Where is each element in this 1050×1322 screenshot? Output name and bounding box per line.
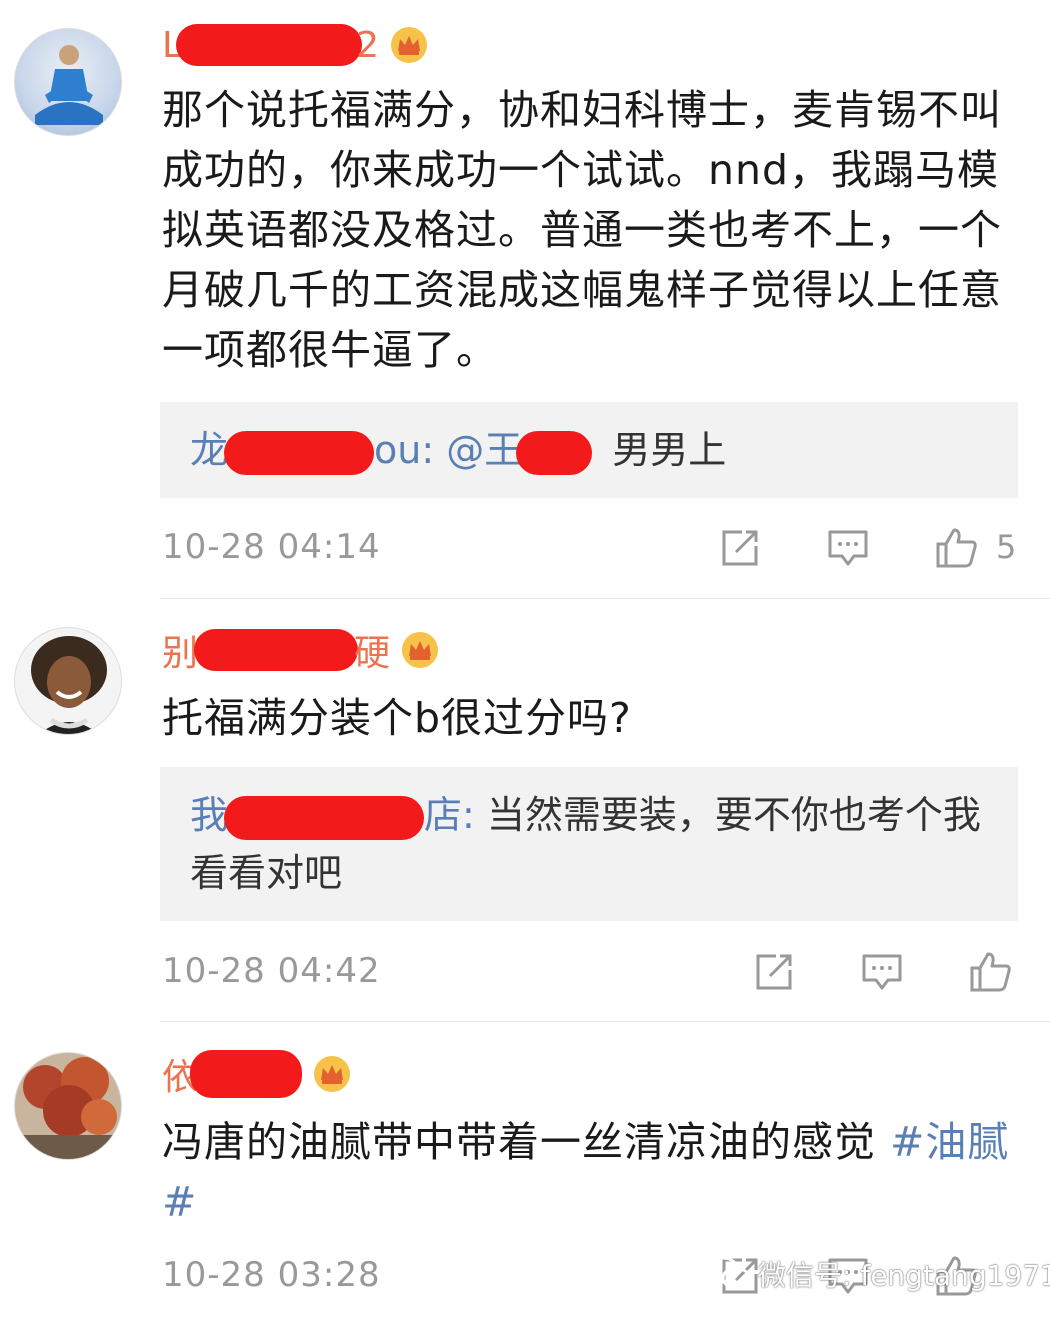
avatar-image bbox=[15, 1053, 121, 1159]
like-icon[interactable] bbox=[968, 950, 1012, 994]
avatar-image bbox=[31, 636, 107, 734]
comment-item: 别 硬 托福满分装个b很过分吗? 我店: 当然需要装，要不你也考个我看看对吧 1… bbox=[0, 599, 1050, 1021]
redaction-mark bbox=[194, 629, 359, 671]
timestamp: 10-28 04:14 bbox=[162, 527, 381, 567]
redaction-mark bbox=[224, 795, 425, 840]
watermark: 微信号: fengtang1971 bbox=[706, 1252, 1050, 1296]
wechat-icon bbox=[706, 1256, 751, 1290]
comment-text: 那个说托福满分，协和妇科博士，麦肯锡不叫成功的，你来成功一个试试。nnd，我蹋马… bbox=[162, 86, 1002, 374]
username-suffix: 2 bbox=[356, 24, 379, 66]
timestamp: 10-28 04:42 bbox=[162, 951, 381, 991]
watermark-text: 微信号: fengtang1971 bbox=[758, 1259, 1050, 1292]
reply-box[interactable]: 龙 ou: @王 男男上 bbox=[160, 402, 1018, 498]
timestamp: 10-28 03:28 bbox=[162, 1255, 381, 1295]
forward-icon[interactable] bbox=[752, 950, 796, 994]
comment-text-main: 冯唐的油腻带中带着一丝清凉油的感觉 bbox=[162, 1118, 891, 1166]
reply-author-prefix: 龙 bbox=[190, 428, 229, 472]
reply-author-prefix: 我 bbox=[190, 793, 229, 837]
like-icon[interactable] bbox=[934, 526, 978, 570]
username-prefix: 别 bbox=[162, 633, 199, 674]
forward-icon[interactable] bbox=[718, 526, 762, 570]
like-count: 5 bbox=[996, 528, 1017, 566]
avatar-image bbox=[35, 45, 103, 125]
comment-icon[interactable] bbox=[860, 950, 904, 994]
avatar[interactable] bbox=[14, 28, 122, 136]
redaction-mark bbox=[190, 1050, 303, 1098]
comment-icon[interactable] bbox=[826, 526, 870, 570]
crown-icon bbox=[402, 632, 439, 668]
username[interactable]: 依 bbox=[162, 1050, 352, 1098]
comment-meta: 10-28 04:14 5 bbox=[162, 522, 1018, 572]
reply-text: 男男上 bbox=[612, 428, 727, 472]
crown-icon bbox=[390, 27, 427, 63]
crown-icon bbox=[314, 1056, 351, 1092]
avatar[interactable] bbox=[14, 1052, 122, 1160]
redaction-mark bbox=[516, 430, 593, 475]
reply-box[interactable]: 我店: 当然需要装，要不你也考个我看看对吧 bbox=[160, 767, 1018, 921]
reply-author-mention: ou: @王 bbox=[374, 428, 523, 472]
avatar[interactable] bbox=[14, 627, 122, 735]
comment-text: 托福满分装个b很过分吗? bbox=[162, 694, 632, 742]
comment-meta: 10-28 04:42 bbox=[162, 946, 1018, 996]
comment-item: L 2 那个说托福满分，协和妇科博士，麦肯锡不叫成功的，你来成功一个试试。nnd… bbox=[0, 0, 1050, 598]
username-suffix: 硬 bbox=[354, 633, 391, 674]
redaction-mark bbox=[176, 24, 363, 66]
reply-author-suffix: 店: bbox=[424, 793, 487, 837]
username[interactable]: 别 硬 bbox=[162, 627, 440, 674]
username[interactable]: L 2 bbox=[162, 22, 429, 68]
comment-text: 冯唐的油腻带中带着一丝清凉油的感觉 #油腻# bbox=[162, 1112, 1022, 1232]
redaction-mark bbox=[224, 430, 375, 475]
